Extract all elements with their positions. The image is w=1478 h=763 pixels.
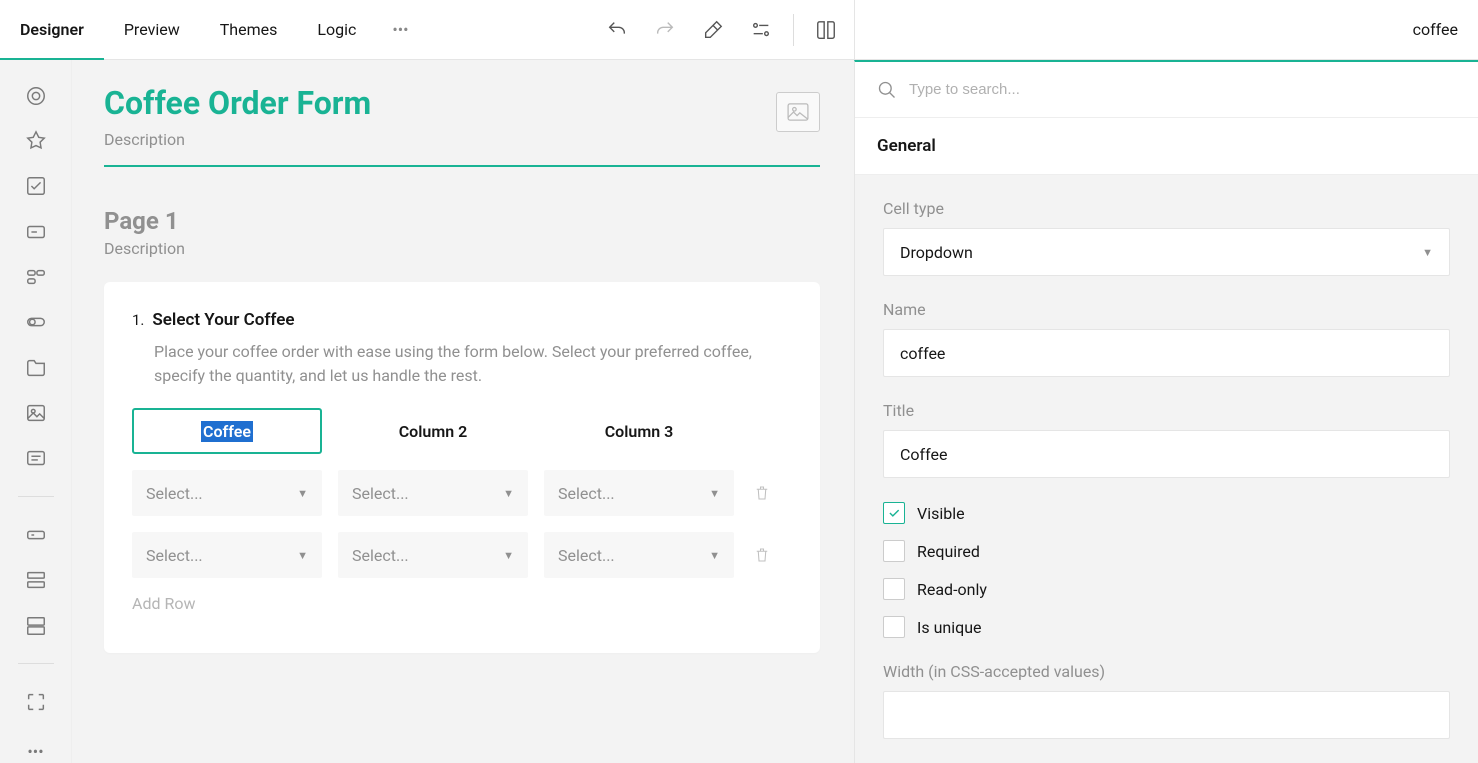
matrix-row: Select...▼ Select...▼ Select...▼	[132, 470, 792, 516]
property-panel: General Cell type Dropdown▼ Name coffee …	[854, 60, 1478, 763]
width-label: Width (in CSS-accepted values)	[883, 662, 1450, 681]
celltype-label: Cell type	[883, 199, 1450, 218]
survey-logo-placeholder[interactable]	[776, 92, 820, 132]
column-header-3[interactable]: Column 3	[544, 408, 734, 454]
property-search	[855, 62, 1478, 118]
title-input[interactable]: Coffee	[883, 430, 1450, 478]
celltype-select[interactable]: Dropdown▼	[883, 228, 1450, 276]
tagbox-icon[interactable]	[24, 265, 48, 288]
question-title[interactable]: Select Your Coffee	[152, 310, 294, 330]
delete-row-icon[interactable]	[750, 545, 774, 565]
tab-more-icon[interactable]: •••	[376, 20, 424, 39]
readonly-checkbox-row[interactable]: Read-only	[883, 578, 1450, 600]
width-input[interactable]	[883, 691, 1450, 739]
divider	[793, 14, 794, 46]
tab-themes[interactable]: Themes	[200, 0, 298, 59]
matrix-cell-dropdown[interactable]: Select...▼	[338, 532, 528, 578]
design-canvas: Coffee Order Form Description Page 1 Des…	[72, 60, 854, 763]
property-search-input[interactable]	[909, 81, 1456, 98]
property-section-general[interactable]: General	[855, 118, 1478, 175]
matrix-cell-dropdown[interactable]: Select...▼	[132, 470, 322, 516]
checkbox-icon	[883, 578, 905, 600]
radio-icon[interactable]	[24, 84, 48, 107]
survey-description[interactable]: Description	[104, 130, 820, 149]
matrix-cell-dropdown[interactable]: Select...▼	[544, 532, 734, 578]
page-title[interactable]: Page 1	[104, 207, 820, 235]
erase-icon[interactable]	[693, 10, 733, 50]
survey-title[interactable]: Coffee Order Form	[104, 84, 820, 122]
topbar-right-label: coffee	[854, 0, 1478, 59]
boolean-icon[interactable]	[24, 311, 48, 334]
column-header-coffee[interactable]: Coffee	[132, 408, 322, 454]
survey-header: Coffee Order Form Description	[104, 84, 820, 167]
tab-logic[interactable]: Logic	[297, 0, 376, 59]
name-input[interactable]: coffee	[883, 329, 1450, 377]
checkbox-icon[interactable]	[24, 175, 48, 198]
checkbox-icon	[883, 502, 905, 524]
checkbox-icon	[883, 616, 905, 638]
topbar-tabs: Designer Preview Themes Logic •••	[0, 0, 425, 59]
required-checkbox-row[interactable]: Required	[883, 540, 1450, 562]
isunique-checkbox-row[interactable]: Is unique	[883, 616, 1450, 638]
text-icon[interactable]	[24, 523, 48, 546]
checkbox-icon	[883, 540, 905, 562]
tab-preview[interactable]: Preview	[104, 0, 200, 59]
matrix-cell-dropdown[interactable]: Select...▼	[338, 470, 528, 516]
add-row-button[interactable]: Add Row	[132, 594, 792, 613]
name-label: Name	[883, 300, 1450, 319]
file-icon[interactable]	[24, 356, 48, 379]
multitext-icon[interactable]	[24, 569, 48, 592]
rating-icon[interactable]	[24, 129, 48, 152]
comment-icon[interactable]	[24, 447, 48, 470]
dropdown-icon[interactable]	[24, 220, 48, 243]
column-header-2[interactable]: Column 2	[338, 408, 528, 454]
toolbox-divider-2	[18, 663, 54, 664]
settings-icon[interactable]	[741, 10, 781, 50]
delete-row-icon[interactable]	[750, 483, 774, 503]
matrix: Coffee Column 2 Column 3 Select...▼ Sele…	[132, 408, 792, 613]
question-description[interactable]: Place your coffee order with ease using …	[154, 340, 792, 388]
book-icon[interactable]	[806, 10, 846, 50]
matrix-cell-dropdown[interactable]: Select...▼	[544, 470, 734, 516]
more-icon[interactable]: •••	[24, 740, 48, 763]
redo-icon[interactable]	[645, 10, 685, 50]
matrix-row: Select...▼ Select...▼ Select...▼	[132, 532, 792, 578]
visible-checkbox-row[interactable]: Visible	[883, 502, 1450, 524]
search-icon	[877, 80, 897, 100]
tab-designer[interactable]: Designer	[0, 0, 104, 59]
matrix-cell-dropdown[interactable]: Select...▼	[132, 532, 322, 578]
question-card[interactable]: 1. Select Your Coffee Place your coffee …	[104, 282, 820, 653]
topbar: Designer Preview Themes Logic ••• coffee	[0, 0, 1478, 60]
image-icon[interactable]	[24, 402, 48, 425]
question-number: 1.	[132, 311, 144, 329]
toolbox: •••	[0, 60, 72, 763]
page-header: Page 1 Description	[104, 207, 820, 258]
page-description[interactable]: Description	[104, 239, 820, 258]
title-label: Title	[883, 401, 1450, 420]
topbar-actions	[597, 0, 854, 59]
toolbox-divider	[18, 496, 54, 497]
undo-icon[interactable]	[597, 10, 637, 50]
panel-icon[interactable]	[24, 614, 48, 637]
expand-icon[interactable]	[24, 690, 48, 713]
